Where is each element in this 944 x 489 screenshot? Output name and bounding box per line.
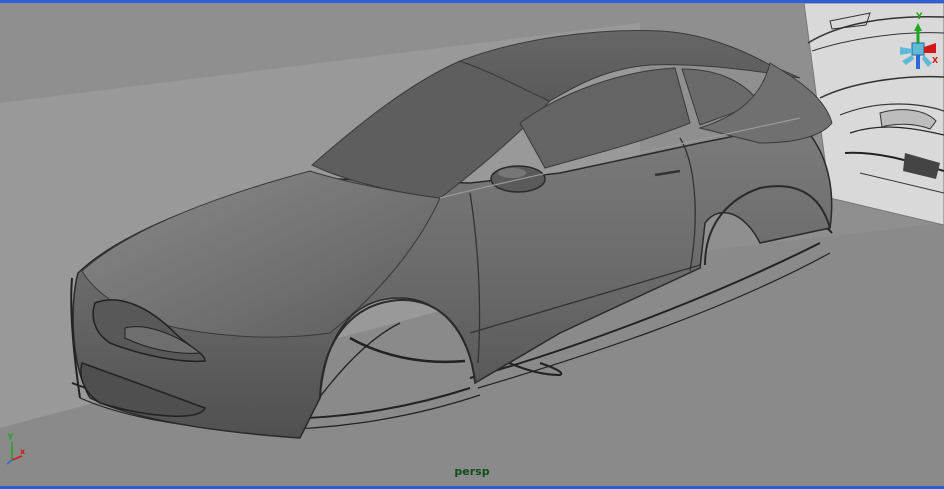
scene-canvas[interactable] [0,3,944,486]
camera-name-label: persp [454,465,490,478]
view-cube-icon[interactable]: Y X [894,9,942,75]
view-cube-y-label: Y [915,12,923,22]
perspective-viewport[interactable]: Y X y x persp [0,0,944,489]
axis-y-label: y [8,431,14,440]
view-cube-x-label: X [932,56,939,65]
axis-x-label: x [20,447,26,456]
world-axis-icon: y x [6,431,26,465]
